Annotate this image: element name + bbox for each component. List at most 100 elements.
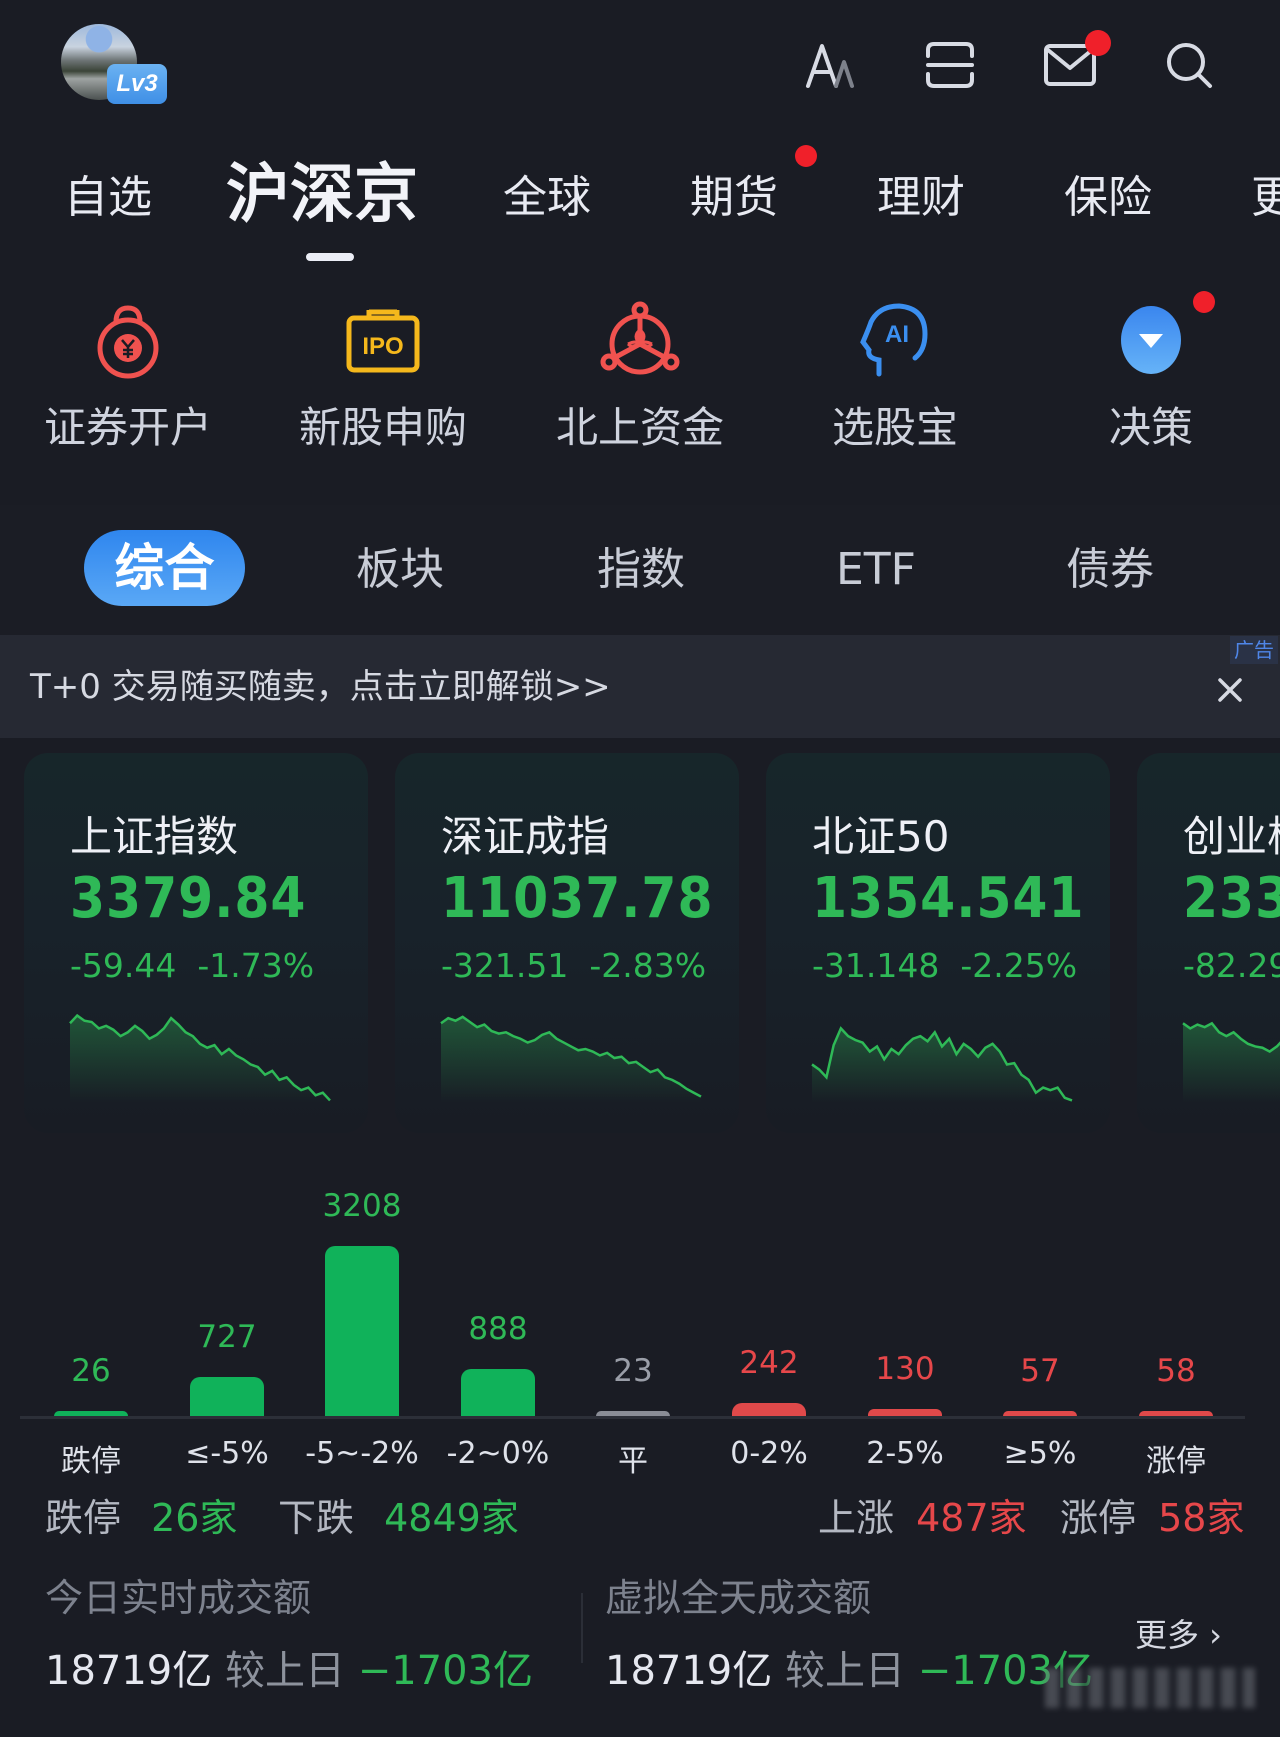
tab-wealth[interactable]: 理财 <box>877 166 965 230</box>
svg-text:AI: AI <box>885 321 909 348</box>
ad-text[interactable]: T+0 交易随买随卖，点击立即解锁>> <box>30 665 611 709</box>
quick-action-label: 选股宝 <box>831 403 958 452</box>
turnover-amount: 18719亿 <box>605 1648 773 1694</box>
category-label: -5~-2% <box>305 1436 419 1471</box>
search-icon <box>1167 43 1212 88</box>
bar-value-label: 727 <box>197 1319 257 1356</box>
index-card[interactable]: 创业板指 2334 -82.29 <box>1137 753 1280 1133</box>
sparkline <box>440 1015 702 1103</box>
summary-label: 上涨 <box>818 1496 895 1540</box>
summary-label: 下跌 <box>278 1496 355 1540</box>
account-open-icon <box>88 300 168 380</box>
active-tab-underline <box>306 253 354 261</box>
subtab-indices[interactable]: 指数 <box>597 540 685 600</box>
quick-action-label: 决策 <box>1108 403 1193 452</box>
index-name: 创业板指 <box>1183 812 1280 861</box>
category-label: 2-5% <box>866 1436 944 1471</box>
sparkline-area <box>812 1028 1072 1103</box>
index-change: -59.44 -1.73% <box>70 946 314 985</box>
turnover-amount: 18719亿 <box>45 1648 213 1694</box>
index-change: -31.148 -2.25% <box>812 946 1077 985</box>
subtab-bonds[interactable]: 债券 <box>1066 540 1154 600</box>
category-label: ≤-5% <box>185 1436 269 1471</box>
bar-value-label: 58 <box>1156 1353 1196 1389</box>
more-link[interactable]: 更多 › <box>1135 1610 1222 1656</box>
category-label: 跌停 <box>61 1444 121 1479</box>
tab-shanghai-shenzhen-beijing[interactable]: 沪深京 <box>226 155 418 232</box>
sparkline <box>811 1026 1073 1103</box>
category-label: 0-2% <box>730 1436 808 1471</box>
index-card[interactable]: 深证成指 11037.78 -321.51 -2.83% <box>395 753 739 1133</box>
bar[interactable] <box>868 1409 942 1416</box>
sparkline-area <box>441 1016 701 1103</box>
index-name: 北证50 <box>812 812 950 861</box>
quick-action-label: 新股申购 <box>298 403 467 452</box>
font-size-button[interactable] <box>802 40 858 90</box>
quick-action-ipo[interactable]: IPO 新股申购 <box>283 300 483 455</box>
quick-action-decision[interactable]: 决策 <box>1051 300 1251 455</box>
tab-watchlist[interactable]: 自选 <box>64 166 152 230</box>
tab-insurance[interactable]: 保险 <box>1064 166 1152 230</box>
bar-value-label: 130 <box>875 1351 935 1388</box>
font-size-icon <box>806 44 854 88</box>
change-percent: -2.83% <box>589 946 707 985</box>
virtual-turnover-label: 虚拟全天成交额 <box>605 1576 872 1620</box>
summary-limit-down: 跌停 26家 <box>45 1492 237 1544</box>
index-card[interactable]: 上证指数 3379.84 -59.44 -1.73% <box>24 753 368 1133</box>
index-change: -321.51 -2.83% <box>441 946 706 985</box>
summary-label: 涨停 <box>1060 1496 1137 1540</box>
category-label: 涨停 <box>1146 1444 1206 1479</box>
index-price: 2334 <box>1183 866 1280 931</box>
summary-value: 26家 <box>151 1496 238 1540</box>
bar-value-label: 242 <box>739 1345 799 1382</box>
bar[interactable] <box>325 1246 399 1416</box>
index-price: 3379.84 <box>70 866 307 931</box>
chart-baseline <box>20 1416 1245 1419</box>
quick-action-label: 北上资金 <box>555 403 724 452</box>
tab-more[interactable]: 更 <box>1251 166 1280 230</box>
quick-action-open-account[interactable]: 证券开户 <box>28 300 228 455</box>
subtab-sectors[interactable]: 板块 <box>356 540 444 600</box>
change-percent: -2.25% <box>960 946 1078 985</box>
bar[interactable] <box>190 1377 264 1416</box>
scan-button[interactable] <box>922 40 978 90</box>
ad-close-button[interactable] <box>1212 672 1248 708</box>
subtab-etf[interactable]: ETF <box>836 540 916 600</box>
decision-notification-dot <box>1193 291 1215 313</box>
mail-notification-dot <box>1085 30 1111 56</box>
tab-global[interactable]: 全球 <box>503 166 591 230</box>
summary-value: 487家 <box>916 1496 1027 1540</box>
tab-futures[interactable]: 期货 <box>690 166 778 230</box>
subtab-overview[interactable]: 综合 <box>84 530 245 606</box>
summary-down: 下跌 4849家 <box>278 1492 519 1544</box>
change-value: -59.44 <box>70 946 177 985</box>
index-card[interactable]: 北证50 1354.541 -31.148 -2.25% <box>766 753 1110 1133</box>
compare-label: 较上日 <box>224 1648 345 1694</box>
bar-value-label: 57 <box>1020 1353 1060 1389</box>
index-name: 深证成指 <box>441 812 610 861</box>
ad-tag: 广告 <box>1230 636 1278 664</box>
change-value: -82.29 <box>1183 946 1280 985</box>
summary-value: 4849家 <box>384 1496 519 1540</box>
bar[interactable] <box>461 1368 535 1416</box>
search-button[interactable] <box>1162 40 1218 90</box>
svg-text:IPO: IPO <box>362 333 403 360</box>
quick-action-ai-stock-picker[interactable]: AI 选股宝 <box>795 300 995 455</box>
summary-limit-up: 涨停 58家 <box>1060 1492 1244 1544</box>
change-percent: -1.73% <box>197 946 315 985</box>
decision-icon <box>1111 300 1191 380</box>
close-icon <box>1218 678 1242 702</box>
bar-value-label: 23 <box>613 1353 653 1389</box>
ipo-icon: IPO <box>343 300 423 380</box>
summary-up: 上涨 487家 <box>818 1492 1027 1544</box>
index-name: 上证指数 <box>70 812 239 861</box>
realtime-turnover-label: 今日实时成交额 <box>45 1576 312 1620</box>
realtime-turnover: 18719亿 较上日 −1703亿 <box>45 1638 533 1696</box>
watermark <box>1045 1668 1255 1708</box>
bar-value-label: 888 <box>468 1310 528 1347</box>
turnover-divider <box>581 1593 583 1663</box>
bar[interactable] <box>732 1403 806 1416</box>
level-badge: Lv3 <box>107 64 167 104</box>
quick-action-northbound-funds[interactable]: 北上资金 <box>540 300 740 455</box>
summary-label: 跌停 <box>45 1496 122 1540</box>
